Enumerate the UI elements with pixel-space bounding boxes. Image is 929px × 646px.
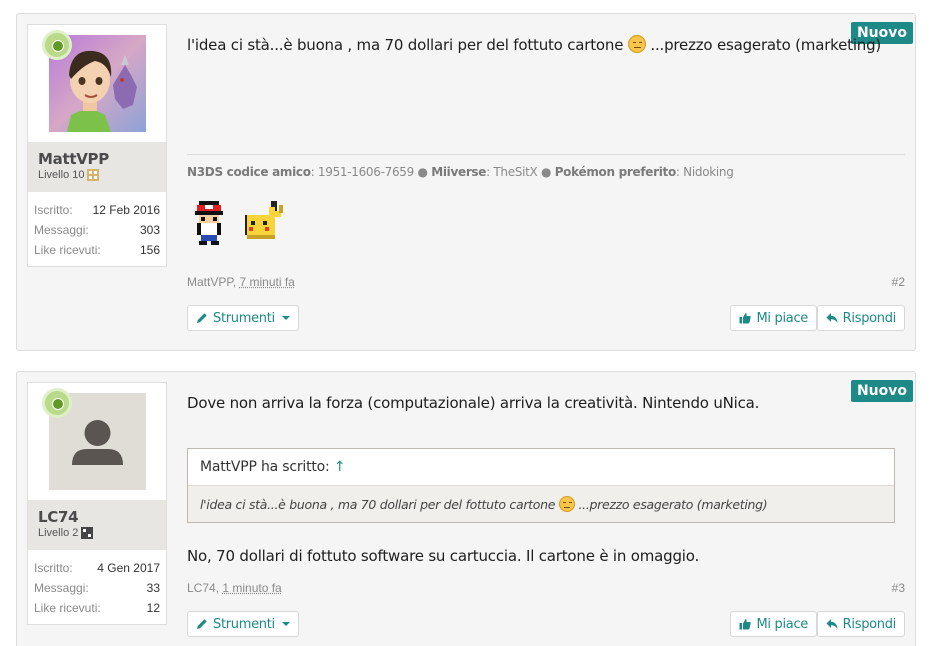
expressionless-emoji-icon [558,496,575,512]
stat-value: 33 [146,581,160,595]
user-card: MattVPP Livello 10 Iscritto: 12 Feb 2016 … [27,24,167,267]
stat-label: Iscritto: [34,561,73,575]
tools-button[interactable]: Strumenti [187,611,299,637]
online-status-icon [42,388,72,418]
signature-sprites [189,199,285,252]
online-status-icon [42,30,72,60]
chevron-down-icon [281,622,290,626]
stat-value: 4 Gen 2017 [97,561,160,575]
user-card: LC74 Livello 2 Iscritto: 4 Gen 2017 Messa… [27,382,167,625]
quote-body: l'idea ci stà...è buona , ma 70 dollari … [200,496,768,512]
post-meta: LC74, 1 minuto fa [187,581,282,595]
stat-label: Messaggi: [34,223,89,237]
thumbs-up-icon [739,619,752,630]
thumbs-up-icon [739,313,752,324]
level-badge-icon [87,169,100,181]
stat-label: Iscritto: [34,203,73,217]
user-level: Livello 2 [38,527,79,539]
quote-block: MattVPP ha scritto: ↑ l'idea ci stà...è … [187,448,895,523]
post-time[interactable]: 7 minuti fa [239,275,294,289]
post-meta: MattVPP, 7 minuti fa [187,275,295,289]
user-level: Livello 10 [38,169,85,181]
quote-author[interactable]: MattVPP ha scritto: [200,459,330,475]
post-message: Dove non arriva la forza (computazionale… [187,394,760,412]
quote-jump-icon[interactable]: ↑ [334,459,346,475]
trainer-sprite-icon [189,199,229,252]
post-message: l'idea ci stà...è buona , ma 70 dollari … [187,35,882,54]
new-badge: Nuovo [850,380,913,402]
like-button[interactable]: Mi piace [730,305,817,331]
reply-button[interactable]: Rispondi [816,305,905,331]
stat-label: Like ricevuti: [34,601,101,615]
post-author[interactable]: LC74 [187,581,216,595]
post-number[interactable]: #3 [892,581,905,595]
post-number[interactable]: #2 [892,275,905,289]
like-button[interactable]: Mi piace [730,611,817,637]
post-author[interactable]: MattVPP [187,275,233,289]
post-2: MattVPP Livello 10 Iscritto: 12 Feb 2016 … [16,13,916,351]
expressionless-emoji-icon [627,35,646,53]
stat-label: Messaggi: [34,581,89,595]
pencil-icon [197,313,207,323]
stat-value: 156 [139,243,160,257]
pencil-icon [197,619,207,629]
reply-icon [826,313,838,323]
post-3: LC74 Livello 2 Iscritto: 4 Gen 2017 Messa… [16,371,916,646]
stat-value: 12 Feb 2016 [92,203,160,217]
username[interactable]: LC74 [38,508,156,526]
reply-icon [826,619,838,629]
tools-button[interactable]: Strumenti [187,305,299,331]
reply-button[interactable]: Rispondi [816,611,905,637]
level-badge-icon [81,527,94,539]
post-time[interactable]: 1 minuto fa [222,581,281,595]
user-stats: Iscritto: 4 Gen 2017 Messaggi: 33 Like ric… [28,550,166,624]
stat-value: 12 [146,601,160,615]
user-stats: Iscritto: 12 Feb 2016 Messaggi: 303 Like r… [28,192,166,266]
stat-value: 303 [139,223,160,237]
username[interactable]: MattVPP [38,150,156,168]
signature: N3DS codice amico: 1951-1606-7659 ● Miiv… [187,165,734,179]
signature-divider [187,154,905,155]
chevron-down-icon [281,316,290,320]
pikachu-sprite-icon [239,199,285,252]
stat-label: Like ricevuti: [34,243,101,257]
reply-message: No, 70 dollari di fottuto software su ca… [187,547,700,565]
